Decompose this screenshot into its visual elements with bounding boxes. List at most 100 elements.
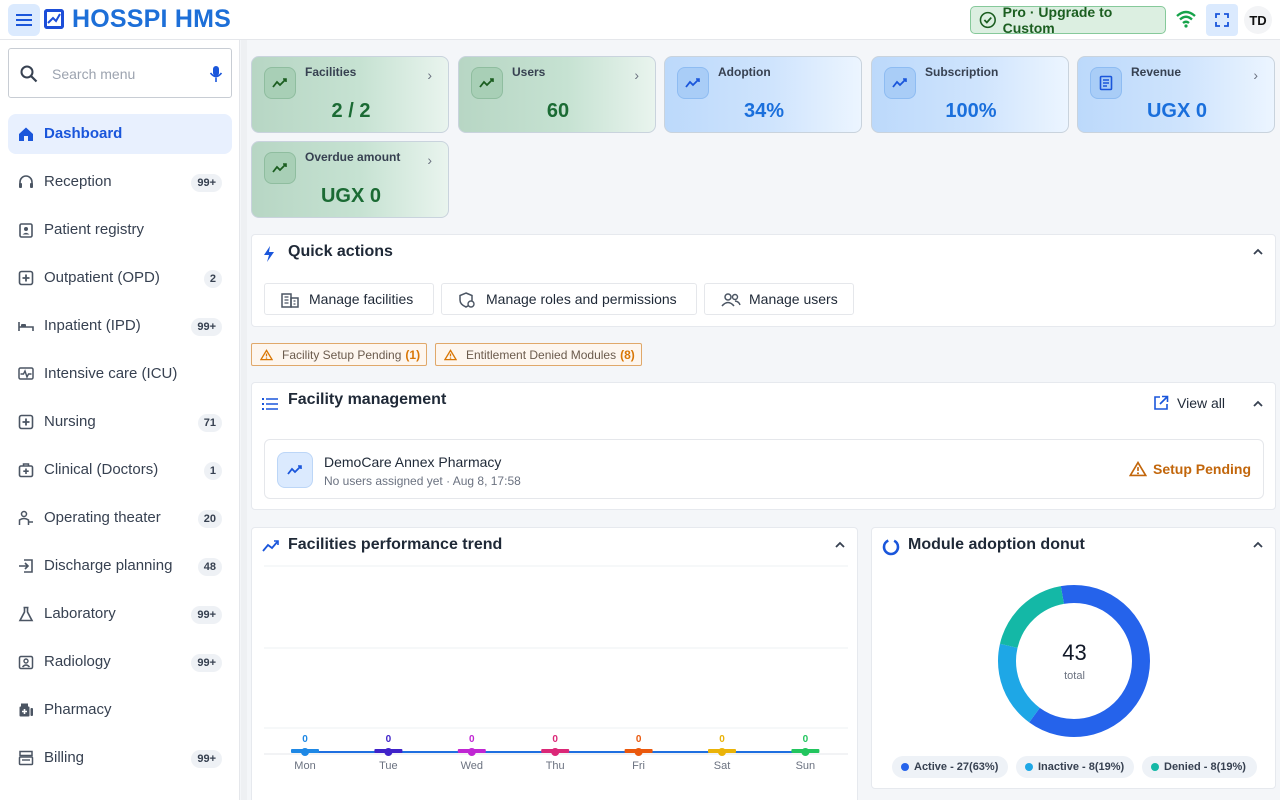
stat-card-facilities[interactable]: Facilities › 2 / 2 (251, 56, 449, 133)
trend-point[interactable] (801, 748, 810, 756)
fullscreen-button[interactable] (1206, 4, 1238, 36)
sidebar-item-dashboard[interactable]: Dashboard (8, 114, 232, 154)
data-label: 0 (802, 734, 809, 745)
sidebar-scrollbar[interactable] (241, 40, 247, 800)
trend-point[interactable] (301, 748, 309, 756)
stat-value: 100% (945, 100, 997, 122)
sidebar-item-billing[interactable]: Billing 99+ (8, 738, 232, 778)
sidebar-item-laboratory[interactable]: Laboratory 99+ (8, 594, 232, 634)
stat-card-revenue[interactable]: Revenue › UGX 0 (1077, 56, 1275, 133)
data-label: 0 (302, 734, 308, 745)
stat-label: Overdue amount (305, 150, 401, 164)
trend-point[interactable] (551, 748, 560, 756)
stat-card-overdue[interactable]: Overdue amount › UGX 0 (251, 141, 449, 218)
warning-icon (1129, 461, 1147, 477)
sidebar-item-outpatient[interactable]: Outpatient (OPD) 2 (8, 258, 232, 298)
count-badge: 99+ (191, 654, 222, 672)
user-avatar[interactable]: TD (1244, 6, 1272, 34)
alert-label: Entitlement Denied Modules (466, 347, 617, 362)
upgrade-button[interactable]: Pro · Upgrade to Custom (970, 4, 1166, 36)
list-icon (262, 398, 278, 410)
x-tick-label: Tue (379, 760, 398, 772)
logo-icon (44, 9, 64, 29)
users-icon (721, 293, 741, 307)
search-input[interactable]: Search menu (52, 66, 135, 82)
alert-chip-facility-setup[interactable]: Facility Setup Pending (1) (251, 343, 427, 366)
legend-item-inactive: Inactive - 8(19%) (1016, 756, 1134, 778)
stat-card-users[interactable]: Users › 60 (458, 56, 656, 133)
headset-icon (19, 175, 33, 188)
trend-point[interactable] (718, 748, 726, 756)
manage-roles-label: Manage roles and permissions (486, 291, 677, 307)
stat-value: 2 / 2 (331, 100, 371, 122)
sidebar-item-label: Intensive care (ICU) (44, 365, 178, 382)
stat-card-subscription: Subscription 100% (871, 56, 1069, 133)
chevron-up-icon[interactable] (1251, 245, 1265, 259)
alert-chip-entitlement-denied[interactable]: Entitlement Denied Modules (8) (435, 343, 642, 366)
medical-plus-icon (18, 414, 34, 430)
sidebar-item-operating-theater[interactable]: Operating theater 20 (8, 498, 232, 538)
sidebar-item-reception[interactable]: Reception 99+ (8, 162, 232, 202)
chevron-right-icon: › (1253, 67, 1258, 83)
stat-label: Adoption (718, 65, 771, 79)
trend-point[interactable] (467, 748, 476, 756)
sidebar-item-label: Outpatient (OPD) (44, 269, 160, 286)
search-icon (20, 65, 38, 83)
sidebar-item-discharge-planning[interactable]: Discharge planning 48 (8, 546, 232, 586)
trend-icon (264, 67, 296, 99)
search-box[interactable]: Search menu (8, 48, 232, 98)
status-label: Setup Pending (1153, 461, 1251, 477)
legend-item-active: Active - 27(63%) (892, 756, 1008, 778)
xray-icon (18, 655, 34, 670)
sidebar-item-icu[interactable]: Intensive care (ICU) (8, 354, 232, 394)
flask-icon (18, 606, 34, 622)
donut-total: 43 (1062, 640, 1087, 665)
alert-label: Facility Setup Pending (282, 347, 402, 362)
sidebar-item-label: Billing (44, 749, 85, 766)
chevron-right-icon: › (427, 67, 432, 83)
sidebar-item-inpatient[interactable]: Inpatient (IPD) 99+ (8, 306, 232, 346)
menu-toggle-button[interactable] (8, 4, 40, 36)
warning-icon (260, 349, 273, 361)
sidebar-item-pharmacy[interactable]: Pharmacy (8, 690, 232, 730)
trend-point[interactable] (634, 748, 643, 756)
manage-roles-button[interactable]: Manage roles and permissions (441, 283, 697, 315)
legend-label: Active - 27(63%) (914, 761, 999, 773)
microphone-icon[interactable] (209, 65, 223, 83)
sidebar-item-radiology[interactable]: Radiology 99+ (8, 642, 232, 682)
donut-total-label: total (1064, 670, 1085, 682)
sidebar-item-label: Clinical (Doctors) (44, 461, 159, 478)
sidebar-item-label: Patient registry (44, 221, 145, 238)
sidebar: Search menu Dashboard Reception 99+ Pati… (0, 40, 240, 800)
facility-subtitle: No users assigned yet · Aug 8, 17:58 (324, 474, 521, 488)
x-tick-label: Mon (294, 760, 316, 772)
sidebar-item-clinical[interactable]: Clinical (Doctors) 1 (8, 450, 232, 490)
alert-count: (1) (405, 347, 421, 362)
sidebar-item-label: Operating theater (44, 509, 161, 526)
manage-users-button[interactable]: Manage users (704, 283, 854, 315)
building-icon (281, 293, 299, 308)
trend-point[interactable] (384, 748, 393, 756)
data-label: 0 (719, 734, 725, 745)
sidebar-item-label: Discharge planning (44, 557, 173, 574)
quick-actions-panel: Quick actions Manage facilities Manage r… (251, 234, 1276, 327)
sidebar-item-label: Nursing (44, 413, 96, 430)
sidebar-item-patient-registry[interactable]: Patient registry (8, 210, 232, 250)
legend-label: Denied - 8(19%) (1164, 761, 1246, 773)
trend-icon (677, 67, 709, 99)
count-badge: 20 (197, 510, 222, 528)
trend-icon (277, 452, 313, 488)
manage-facilities-button[interactable]: Manage facilities (264, 283, 434, 315)
stat-value: UGX 0 (320, 185, 382, 207)
legend-item-denied: Denied - 8(19%) (1142, 756, 1257, 778)
facility-row[interactable]: DemoCare Annex Pharmacy No users assigne… (264, 439, 1264, 499)
view-all-link[interactable]: View all (1153, 395, 1225, 411)
trend-icon (471, 67, 503, 99)
data-label: 0 (385, 734, 392, 745)
chevron-up-icon[interactable] (1251, 397, 1265, 411)
legend-dot (1151, 763, 1159, 771)
medical-plus-icon (18, 270, 34, 286)
panel-title: Quick actions (288, 243, 393, 260)
sidebar-item-nursing[interactable]: Nursing 71 (8, 402, 232, 442)
warning-icon (444, 349, 457, 361)
